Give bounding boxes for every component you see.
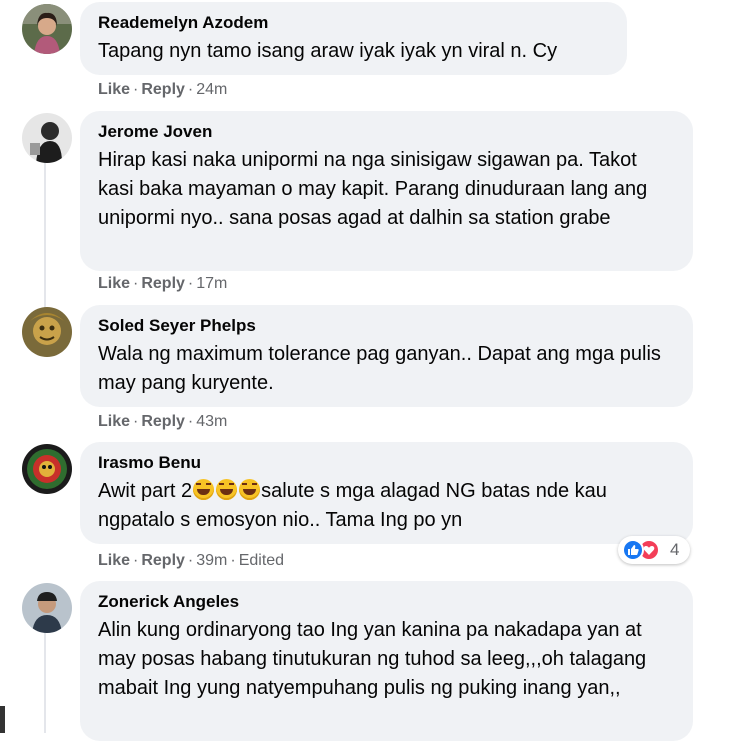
comment-text: Hirap kasi naka unipormi na nga sinisiga…: [98, 149, 648, 229]
comment-text: Alin kung ordinaryong tao Ing yan kanina…: [98, 619, 647, 699]
thread-line: [44, 162, 46, 312]
comment-author[interactable]: Reademelyn Azodem: [98, 12, 609, 34]
comment-bubble: Irasmo Benu Awit part 2 salute s mga alag…: [80, 442, 693, 544]
reply-link[interactable]: Reply: [141, 275, 185, 292]
separator: ·: [133, 552, 139, 569]
timestamp[interactable]: 39m: [196, 552, 227, 569]
separator: ·: [230, 552, 236, 569]
comment-text-start: Awit part 2: [98, 480, 193, 502]
like-link[interactable]: Like: [98, 275, 130, 292]
separator: ·: [133, 275, 139, 292]
like-link[interactable]: Like: [98, 81, 130, 98]
reply-link[interactable]: Reply: [141, 81, 185, 98]
like-icon: [622, 539, 644, 561]
avatar[interactable]: [22, 583, 72, 633]
comment-text: Awit part 2 salute s mga alagad NG batas …: [98, 477, 675, 535]
comment-author[interactable]: Irasmo Benu: [98, 452, 675, 474]
separator: ·: [133, 81, 139, 98]
comment-bubble: Reademelyn Azodem Tapang nyn tamo isang …: [80, 2, 627, 75]
comment-author[interactable]: Soled Seyer Phelps: [98, 315, 675, 337]
comment-text: Tapang nyn tamo isang araw iyak iyak yn …: [98, 40, 558, 62]
avatar[interactable]: [22, 444, 72, 494]
separator: ·: [187, 413, 194, 430]
comment-bubble: Zonerick Angeles Alin kung ordinaryong t…: [80, 581, 693, 741]
laughing-emoji-icon: [193, 479, 215, 500]
edited-label[interactable]: Edited: [239, 552, 284, 569]
timestamp[interactable]: 43m: [196, 413, 227, 430]
like-link[interactable]: Like: [98, 552, 130, 569]
separator: ·: [133, 413, 139, 430]
avatar[interactable]: [22, 4, 72, 54]
timestamp[interactable]: 17m: [196, 275, 227, 292]
separator: ·: [187, 552, 194, 569]
thread-line: [44, 633, 46, 733]
comment-actions: Like · Reply · 43m: [98, 412, 227, 432]
comment-author[interactable]: Zonerick Angeles: [98, 591, 675, 613]
timestamp[interactable]: 24m: [196, 81, 227, 98]
reply-link[interactable]: Reply: [141, 413, 185, 430]
comment-author[interactable]: Jerome Joven: [98, 121, 675, 143]
comment-bubble: Soled Seyer Phelps Wala ng maximum toler…: [80, 305, 693, 407]
comment-text: Wala ng maximum tolerance pag ganyan.. D…: [98, 343, 661, 394]
comment-actions: Like · Reply · 17m: [98, 274, 227, 294]
comment-bubble: Jerome Joven Hirap kasi naka unipormi na…: [80, 111, 693, 271]
laughing-emoji-icon: [216, 479, 238, 500]
comment-actions: Like · Reply · 39m · Edited: [98, 551, 284, 571]
laughing-emoji-icon: [239, 479, 261, 500]
avatar[interactable]: [22, 307, 72, 357]
separator: ·: [187, 275, 194, 292]
reply-link[interactable]: Reply: [141, 552, 185, 569]
avatar[interactable]: [22, 113, 72, 163]
like-link[interactable]: Like: [98, 413, 130, 430]
separator: ·: [187, 81, 194, 98]
window-edge: [0, 706, 5, 733]
reaction-count: 4: [670, 540, 680, 559]
comment-actions: Like · Reply · 24m: [98, 80, 227, 100]
reaction-summary[interactable]: 4: [618, 536, 690, 564]
